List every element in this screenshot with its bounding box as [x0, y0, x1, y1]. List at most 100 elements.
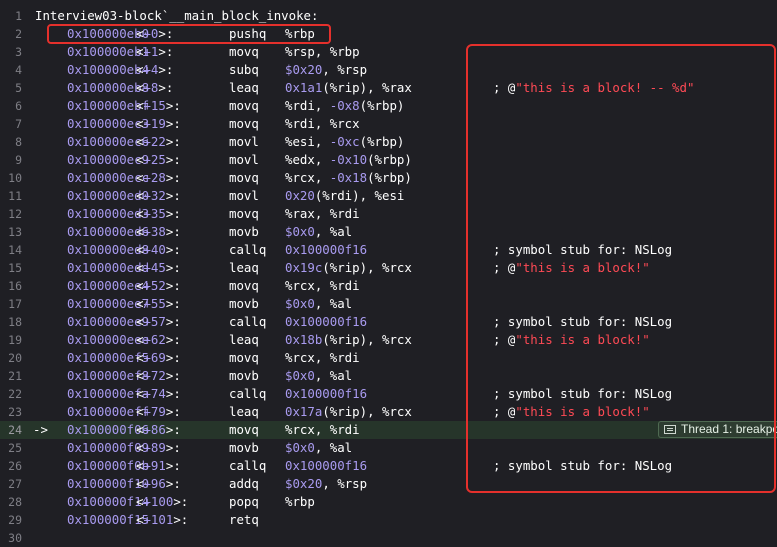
instruction-offset: <+15>:: [136, 98, 181, 113]
thread-breakpoint-badge[interactable]: Thread 1: breakpoint: [658, 421, 777, 438]
operands: %rcx, %rdi: [285, 350, 360, 365]
offset-value: +74: [143, 386, 166, 401]
operands: %rbp: [285, 494, 315, 509]
code-line[interactable]: 5 0x100000eb8 <+8>: leaq 0x1a1(%rip), %rax; …: [0, 79, 777, 97]
instruction-comment: ; @"this is a block!": [493, 331, 650, 349]
code-line[interactable]: 15 0x100000edd <+45>: leaq 0x19c(%rip), %rcx…: [0, 259, 777, 277]
mnemonic: callq: [229, 242, 267, 257]
code-line[interactable]: 23 0x100000eff <+79>: leaq 0x17a(%rip), %rcx…: [0, 403, 777, 421]
code-line[interactable]: 16 0x100000ee4 <+52>: movq %rcx, %rdi: [0, 277, 777, 295]
code-line[interactable]: 30: [0, 529, 777, 547]
code-line[interactable]: 3 0x100000eb1 <+1>: movq %rsp, %rbp: [0, 43, 777, 61]
line-number: 26: [8, 459, 22, 473]
code-line[interactable]: 21 0x100000ef8 <+72>: movb $0x0, %al: [0, 367, 777, 385]
string-literal: "this is a block! -- %d": [515, 80, 695, 95]
mnemonic: callq: [229, 458, 267, 473]
line-number: 8: [15, 135, 22, 149]
code-line[interactable]: 10 0x100000ecc <+28>: movq %rcx, -0x18(%rbp): [0, 169, 777, 187]
code-line[interactable]: 9 0x100000ec9 <+25>: movl %edx, -0x10(%rbp): [0, 151, 777, 169]
offset-value: +22: [143, 134, 166, 149]
code-line[interactable]: 2 0x100000eb0 <+0>: pushq %rbp: [0, 25, 777, 43]
instruction-comment: ; symbol stub for: NSLog: [493, 457, 672, 475]
offset-value: +38: [143, 224, 166, 239]
mnemonic: movq: [229, 422, 259, 437]
code-line[interactable]: 18 0x100000ee9 <+57>: callq 0x100000f16; sym…: [0, 313, 777, 331]
string-literal: "this is a block!": [515, 332, 650, 347]
code-line[interactable]: 12 0x100000ed3 <+35>: movq %rax, %rdi: [0, 205, 777, 223]
instruction-offset: <+55>:: [136, 296, 181, 311]
mnemonic: movb: [229, 440, 259, 455]
mnemonic: popq: [229, 494, 259, 509]
mnemonic: movq: [229, 350, 259, 365]
mnemonic: movq: [229, 206, 259, 221]
code-line[interactable]: 1 Interview03-block`__main_block_invoke:: [0, 7, 777, 25]
mnemonic: subq: [229, 62, 259, 77]
disassembly-editor[interactable]: 1 Interview03-block`__main_block_invoke: 2…: [0, 0, 777, 545]
code-line[interactable]: 25 0x100000f09 <+89>: movb $0x0, %al: [0, 439, 777, 457]
instruction-comment: ; @"this is a block! -- %d": [493, 79, 694, 97]
code-line[interactable]: 13 0x100000ed6 <+38>: movb $0x0, %al: [0, 223, 777, 241]
offset-value: +1: [143, 44, 159, 59]
code-line[interactable]: 26 0x100000f0b <+91>: callq 0x100000f16; sym…: [0, 457, 777, 475]
code-line[interactable]: 8 0x100000ec6 <+22>: movl %esi, -0xc(%rbp): [0, 133, 777, 151]
instruction-offset: <+1>:: [136, 44, 174, 59]
operands: %rdi, %rcx: [285, 116, 360, 131]
mnemonic: retq: [229, 512, 259, 527]
code-line[interactable]: 22 0x100000efa <+74>: callq 0x100000f16; sym…: [0, 385, 777, 403]
code-line[interactable]: 11 0x100000ed0 <+32>: movl 0x20(%rdi), %esi: [0, 187, 777, 205]
line-number: 14: [8, 243, 22, 257]
code-line[interactable]: 17 0x100000ee7 <+55>: movb $0x0, %al: [0, 295, 777, 313]
mnemonic: movb: [229, 368, 259, 383]
code-line[interactable]: 7 0x100000ec3 <+19>: movq %rdi, %rcx: [0, 115, 777, 133]
offset-value: +8: [143, 80, 159, 95]
operands: 0x100000f16: [285, 458, 368, 473]
offset-value: +0: [143, 26, 159, 41]
code-line[interactable]: 20 0x100000ef5 <+69>: movq %rcx, %rdi: [0, 349, 777, 367]
offset-value: +79: [143, 404, 166, 419]
instruction-offset: <+86>:: [136, 422, 181, 437]
line-number: 25: [8, 441, 22, 455]
line-number: 29: [8, 513, 22, 527]
mnemonic: leaq: [229, 404, 259, 419]
offset-value: +62: [143, 332, 166, 347]
line-number: 2: [15, 27, 22, 41]
mnemonic: movl: [229, 188, 259, 203]
code-line[interactable]: 19 0x100000eee <+62>: leaq 0x18b(%rip), %rcx…: [0, 331, 777, 349]
offset-value: +52: [143, 278, 166, 293]
instruction-offset: <+69>:: [136, 350, 181, 365]
offset-value: +32: [143, 188, 166, 203]
mnemonic: movq: [229, 116, 259, 131]
operands: $0x0, %al: [285, 224, 353, 239]
code-line[interactable]: 6 0x100000ebf <+15>: movq %rdi, -0x8(%rbp): [0, 97, 777, 115]
code-line[interactable]: 29 0x100000f15 <+101>: retq: [0, 511, 777, 529]
offset-value: +91: [143, 458, 166, 473]
instruction-comment: ; symbol stub for: NSLog: [493, 313, 672, 331]
operands: %esi, -0xc(%rbp): [285, 134, 405, 149]
line-number: 18: [8, 315, 22, 329]
instruction-offset: <+72>:: [136, 368, 181, 383]
instruction-offset: <+57>:: [136, 314, 181, 329]
string-literal: "this is a block!": [515, 404, 650, 419]
instruction-offset: <+40>:: [136, 242, 181, 257]
instruction-offset: <+96>:: [136, 476, 181, 491]
current-pc-arrow: ->: [33, 422, 48, 437]
comment-text: ; symbol stub for: NSLog: [493, 386, 673, 401]
code-line[interactable]: 28 0x100000f14 <+100>: popq %rbp: [0, 493, 777, 511]
instruction-offset: <+22>:: [136, 134, 181, 149]
code-line[interactable]: 27 0x100000f10 <+96>: addq $0x20, %rsp: [0, 475, 777, 493]
line-number: 1: [15, 9, 22, 23]
mnemonic: leaq: [229, 332, 259, 347]
code-line[interactable]: 4 0x100000eb4 <+4>: subq $0x20, %rsp: [0, 61, 777, 79]
comment-text: ; @: [493, 80, 516, 95]
instruction-offset: <+25>:: [136, 152, 181, 167]
instruction-comment: ; @"this is a block!": [493, 403, 650, 421]
string-literal: "this is a block!": [515, 260, 650, 275]
offset-value: +19: [143, 116, 166, 131]
operands: %rax, %rdi: [285, 206, 360, 221]
instruction-comment: ; symbol stub for: NSLog: [493, 385, 672, 403]
line-number: 12: [8, 207, 22, 221]
instruction-comment: ; @"this is a block!": [493, 259, 650, 277]
code-line[interactable]: 14 0x100000ed8 <+40>: callq 0x100000f16; sym…: [0, 241, 777, 259]
mnemonic: movl: [229, 152, 259, 167]
line-number: 6: [15, 99, 22, 113]
